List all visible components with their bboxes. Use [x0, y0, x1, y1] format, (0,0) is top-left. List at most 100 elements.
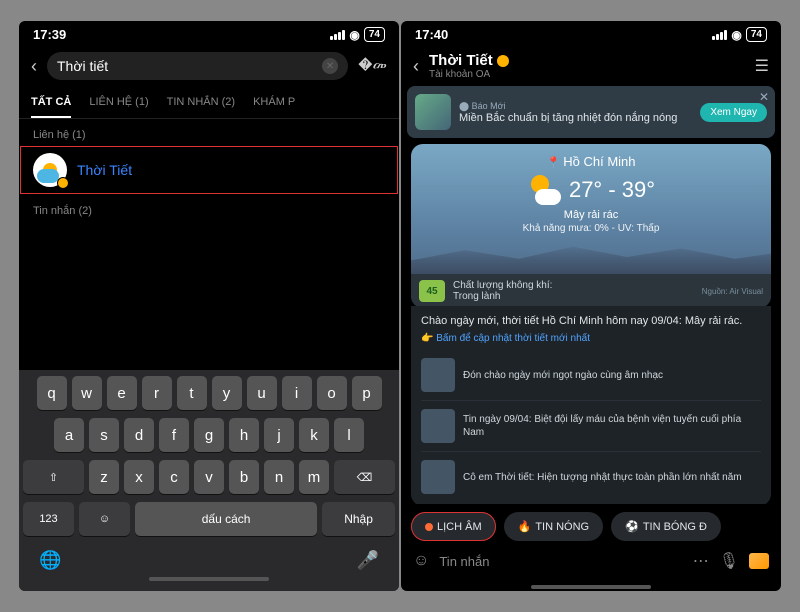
key-shift[interactable]: ⇧: [23, 460, 84, 494]
key-x[interactable]: x: [124, 460, 154, 494]
key-n[interactable]: n: [264, 460, 294, 494]
key-e[interactable]: e: [107, 376, 137, 410]
battery-level: 74: [746, 27, 767, 42]
aq-text: Chất lượng không khí:Trong lành: [453, 280, 694, 302]
wifi-icon: ◉: [731, 28, 741, 42]
clock: 17:40: [415, 27, 448, 42]
chat-title: Thời Tiết: [429, 52, 493, 69]
key-j[interactable]: j: [264, 418, 294, 452]
news-thumb: [421, 409, 455, 443]
key-g[interactable]: g: [194, 418, 224, 452]
quick-action-chips: LỊCH ÂM TIN NÓNG TIN BÓNG Đ: [401, 504, 781, 545]
tab-discover[interactable]: KHÁM P: [253, 88, 295, 118]
key-p[interactable]: p: [352, 376, 382, 410]
clock: 17:39: [33, 27, 66, 42]
key-v[interactable]: v: [194, 460, 224, 494]
key-delete[interactable]: ⌫: [334, 460, 395, 494]
news-item[interactable]: Đón chào ngày mới ngọt ngào cùng âm nhạc: [421, 350, 761, 400]
mic-icon[interactable]: 🎤: [357, 550, 379, 571]
banner-thumb: [415, 94, 451, 130]
key-k[interactable]: k: [299, 418, 329, 452]
chip-tin-bong-da[interactable]: TIN BÓNG Đ: [611, 512, 721, 541]
banner-headline: Miền Bắc chuẩn bị tăng nhiệt đón nắng nó…: [459, 112, 692, 124]
news-banner[interactable]: ⬤ Báo Mới Miền Bắc chuẩn bị tăng nhiệt đ…: [407, 86, 775, 138]
key-b[interactable]: b: [229, 460, 259, 494]
search-input[interactable]: [57, 58, 316, 74]
key-m[interactable]: m: [299, 460, 329, 494]
back-button[interactable]: ‹: [413, 56, 419, 77]
key-q[interactable]: q: [37, 376, 67, 410]
news-thumb: [421, 460, 455, 494]
section-messages-label: Tin nhắn (2): [19, 195, 399, 221]
back-button[interactable]: ‹: [31, 56, 37, 77]
banner-close-icon[interactable]: ✕: [759, 90, 769, 104]
contact-result-thoi-tiet[interactable]: Thời Tiết: [19, 145, 399, 195]
chip-lich-am[interactable]: LỊCH ÂM: [411, 512, 496, 541]
news-thumb: [421, 358, 455, 392]
key-u[interactable]: u: [247, 376, 277, 410]
image-icon[interactable]: [749, 553, 769, 569]
chip-tin-nong[interactable]: TIN NÓNG: [504, 512, 603, 541]
wifi-icon: ◉: [349, 28, 359, 42]
more-icon[interactable]: ⋯: [693, 551, 709, 571]
status-bar: 17:40 ◉ 74: [401, 21, 781, 48]
key-emoji[interactable]: ☺: [79, 502, 130, 536]
key-c[interactable]: c: [159, 460, 189, 494]
news-headline: Đón chào ngày mới ngọt ngào cùng âm nhạc: [463, 369, 761, 382]
weather-avatar-icon: [33, 153, 67, 187]
greeting-text: Chào ngày mới, thời tiết Hồ Chí Minh hôm…: [421, 314, 761, 329]
key-o[interactable]: o: [317, 376, 347, 410]
key-h[interactable]: h: [229, 418, 259, 452]
key-r[interactable]: r: [142, 376, 172, 410]
battery-level: 74: [364, 27, 385, 42]
verified-icon: [497, 55, 509, 67]
weather-desc: Mây rải rác: [419, 209, 763, 221]
news-headline: Cô em Thời tiết: Hiện tượng nhật thực to…: [463, 471, 761, 484]
key-y[interactable]: y: [212, 376, 242, 410]
key-f[interactable]: f: [159, 418, 189, 452]
weather-card[interactable]: Hồ Chí Minh 27° - 39° Mây rải rác Khả nă…: [411, 144, 771, 308]
key-123[interactable]: 123: [23, 502, 74, 536]
key-space[interactable]: dấu cách: [135, 502, 317, 536]
weather-subinfo: Khả năng mưa: 0% - UV: Thấp: [419, 223, 763, 234]
key-z[interactable]: z: [89, 460, 119, 494]
cellular-icon: [330, 30, 345, 40]
home-indicator[interactable]: [531, 585, 651, 589]
weather-temperature: 27° - 39°: [569, 177, 655, 203]
message-input[interactable]: Tin nhắn: [439, 554, 682, 569]
key-d[interactable]: d: [124, 418, 154, 452]
key-i[interactable]: i: [282, 376, 312, 410]
voice-icon[interactable]: 🎙: [719, 551, 739, 571]
clear-icon[interactable]: ✕: [322, 58, 338, 74]
key-l[interactable]: l: [334, 418, 364, 452]
weather-location: Hồ Chí Minh: [419, 154, 763, 169]
status-bar: 17:39 ◉ 74: [19, 21, 399, 48]
tab-contacts[interactable]: LIÊN HỆ (1): [89, 88, 148, 118]
tab-all[interactable]: TẤT CẢ: [31, 88, 71, 118]
globe-icon[interactable]: 🌐: [39, 550, 61, 571]
weather-condition-icon: [527, 173, 561, 207]
key-enter[interactable]: Nhập: [322, 502, 395, 536]
news-item[interactable]: Tin ngày 09/04: Biệt đội lấy máu của bện…: [421, 400, 761, 451]
update-link[interactable]: Bấm để cập nhật thời tiết mới nhất: [421, 333, 761, 344]
aq-source: Nguồn: Air Visual: [702, 287, 763, 296]
banner-source: ⬤ Báo Mới: [459, 101, 692, 112]
weather-illustration: [411, 240, 771, 274]
home-indicator[interactable]: [149, 577, 269, 581]
sticker-icon[interactable]: ☺: [413, 552, 429, 570]
aq-badge: 45: [419, 280, 445, 302]
tab-messages[interactable]: TIN NHẮN (2): [167, 88, 235, 118]
contact-name: Thời Tiết: [77, 162, 132, 178]
menu-icon[interactable]: ☰: [755, 56, 769, 76]
keyboard: qwertyuiop asdfghjkl ⇧ zxcvbnm⌫ 123 ☺ dấ…: [19, 370, 399, 591]
banner-cta-button[interactable]: Xem Ngay: [700, 103, 767, 122]
key-s[interactable]: s: [89, 418, 119, 452]
key-w[interactable]: w: [72, 376, 102, 410]
cellular-icon: [712, 30, 727, 40]
news-headline: Tin ngày 09/04: Biệt đội lấy máu của bện…: [463, 413, 761, 439]
news-item[interactable]: Cô em Thời tiết: Hiện tượng nhật thực to…: [421, 451, 761, 502]
search-field[interactable]: ✕: [47, 52, 348, 80]
key-t[interactable]: t: [177, 376, 207, 410]
key-a[interactable]: a: [54, 418, 84, 452]
qr-scan-icon[interactable]: �መ: [358, 57, 387, 75]
